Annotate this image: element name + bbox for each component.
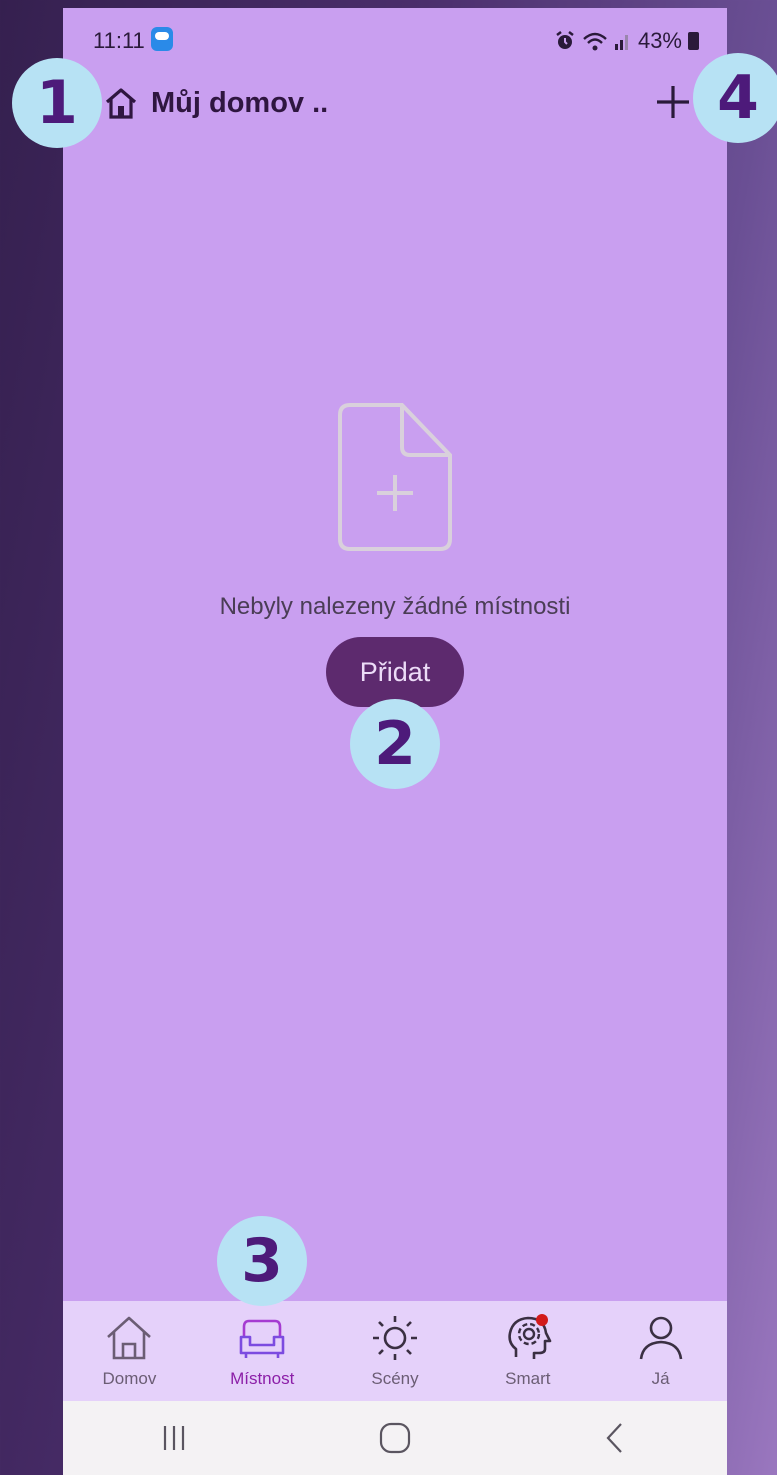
tab-smart[interactable]: Smart xyxy=(461,1301,594,1401)
callout-badge-1: 1 xyxy=(12,58,102,148)
back-icon[interactable] xyxy=(596,1418,636,1458)
wifi-icon xyxy=(583,32,607,51)
armchair-icon xyxy=(239,1319,285,1358)
empty-message: Nebyly nalezeny žádné místnosti xyxy=(219,593,571,620)
home-selector[interactable]: Můj domov .. xyxy=(103,86,328,120)
callout-badge-3: 3 xyxy=(217,1216,307,1306)
add-room-plus-icon[interactable] xyxy=(653,82,693,122)
home-icon xyxy=(107,1316,152,1360)
signal-icon xyxy=(614,35,628,50)
tab-label: Domov xyxy=(102,1369,157,1388)
callout-badge-4: 4 xyxy=(693,53,777,143)
status-time: 11:11 xyxy=(93,28,145,53)
battery-icon xyxy=(688,32,699,50)
status-right: 43% xyxy=(554,28,699,54)
alarm-icon xyxy=(556,31,574,49)
empty-document-icon xyxy=(338,403,452,551)
status-bar: 11:11 43% xyxy=(63,8,727,63)
sun-icon xyxy=(372,1316,417,1360)
tab-sceny[interactable]: Scény xyxy=(329,1301,462,1401)
bottom-tab-bar: Domov Místnost Scény Smart Já xyxy=(63,1301,727,1401)
tab-mistnost[interactable]: Místnost xyxy=(196,1301,329,1401)
tab-label: Já xyxy=(651,1369,670,1388)
tab-label: Scény xyxy=(371,1369,419,1388)
tab-label: Smart xyxy=(505,1369,551,1388)
system-nav-bar xyxy=(63,1401,727,1475)
notification-app-icon xyxy=(151,27,173,51)
callout-badge-2: 2 xyxy=(350,699,440,789)
tab-label: Místnost xyxy=(230,1369,295,1388)
empty-state: Nebyly nalezeny žádné místnosti xyxy=(63,403,727,621)
battery-percent: 43% xyxy=(637,28,682,53)
page-title: Můj domov .. xyxy=(151,86,329,119)
home-circle-icon[interactable] xyxy=(375,1418,415,1458)
app-header: Můj domov .. xyxy=(63,78,727,128)
tab-domov[interactable]: Domov xyxy=(63,1301,196,1401)
tab-ja[interactable]: Já xyxy=(594,1301,727,1401)
recent-apps-icon[interactable] xyxy=(154,1418,194,1458)
add-room-button[interactable]: Přidat xyxy=(326,637,464,707)
brain-gear-icon xyxy=(508,1314,552,1359)
person-icon xyxy=(639,1316,682,1360)
house-icon xyxy=(105,88,137,119)
